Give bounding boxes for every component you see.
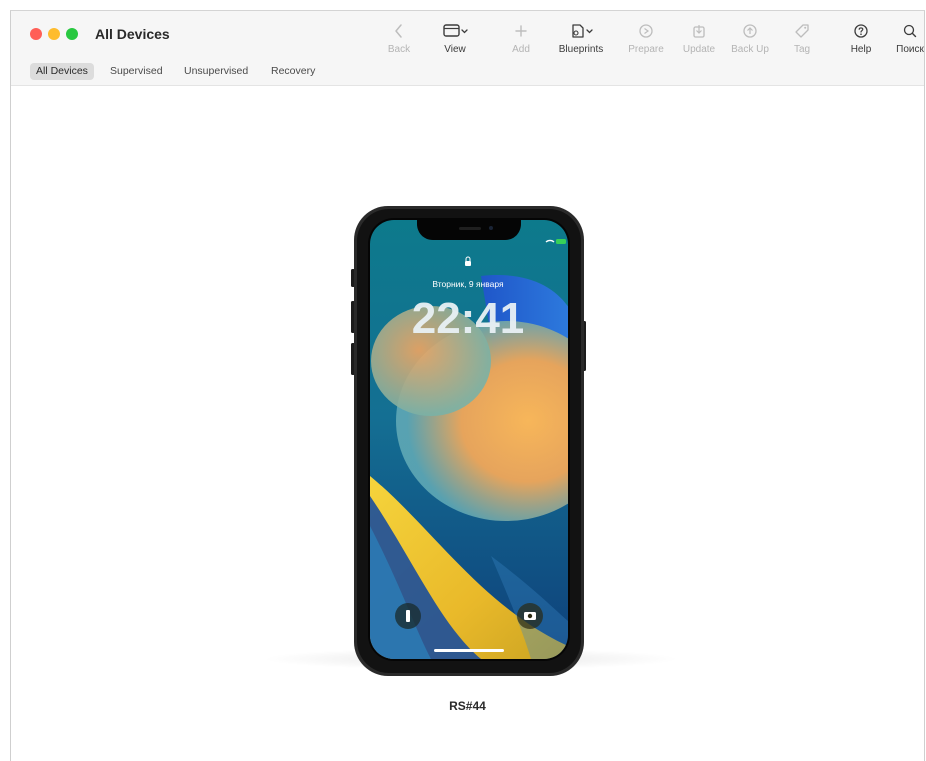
tag-button[interactable]: Tag bbox=[774, 21, 830, 55]
update-icon bbox=[671, 21, 727, 41]
flashlight-icon bbox=[406, 610, 410, 622]
plus-icon bbox=[493, 21, 549, 41]
help-icon bbox=[833, 21, 889, 41]
update-button[interactable]: Update bbox=[671, 21, 727, 55]
lock-icon bbox=[465, 261, 471, 266]
lockscreen-time: 22:41 bbox=[412, 294, 525, 343]
app-window: All Devices Back View Add Blueprints Pre… bbox=[10, 10, 925, 761]
chevron-left-icon bbox=[371, 21, 427, 41]
lockscreen-date: Вторник, 9 января bbox=[432, 279, 504, 289]
device-content-area: Вторник, 9 января 22:41 RS#44 bbox=[11, 86, 924, 761]
search-button[interactable]: Поиск bbox=[882, 21, 924, 55]
device-tile[interactable]: Вторник, 9 января 22:41 bbox=[11, 86, 925, 686]
view-toggle-icon bbox=[427, 21, 483, 41]
backup-button[interactable]: Back Up bbox=[722, 21, 778, 55]
add-button[interactable]: Add bbox=[493, 21, 549, 55]
battery-icon bbox=[556, 239, 566, 244]
view-menu-button[interactable]: View bbox=[427, 21, 483, 55]
minimize-window-button[interactable] bbox=[48, 28, 60, 40]
title-bar: All Devices Back View Add Blueprints Pre… bbox=[11, 11, 924, 59]
blueprints-icon bbox=[553, 21, 609, 41]
scope-tab-unsupervised[interactable]: Unsupervised bbox=[178, 63, 254, 80]
scope-tab-recovery[interactable]: Recovery bbox=[265, 63, 321, 80]
scope-tab-supervised[interactable]: Supervised bbox=[104, 63, 169, 80]
scope-tab-all-devices[interactable]: All Devices bbox=[30, 63, 94, 80]
front-camera bbox=[489, 226, 493, 230]
zoom-window-button[interactable] bbox=[66, 28, 78, 40]
scope-bar: All Devices Supervised Unsupervised Reco… bbox=[11, 59, 924, 86]
backup-icon bbox=[722, 21, 778, 41]
blueprints-button[interactable]: Blueprints bbox=[553, 21, 609, 55]
home-indicator bbox=[434, 649, 504, 652]
back-button[interactable]: Back bbox=[371, 21, 427, 55]
prepare-button[interactable]: Prepare bbox=[618, 21, 674, 55]
window-title: All Devices bbox=[95, 26, 170, 42]
speaker-grille bbox=[459, 227, 481, 230]
device-name-label[interactable]: RS#44 bbox=[11, 699, 924, 713]
prepare-icon bbox=[618, 21, 674, 41]
search-icon bbox=[882, 21, 924, 41]
close-window-button[interactable] bbox=[30, 28, 42, 40]
tag-icon bbox=[774, 21, 830, 41]
help-button[interactable]: Help bbox=[833, 21, 889, 55]
